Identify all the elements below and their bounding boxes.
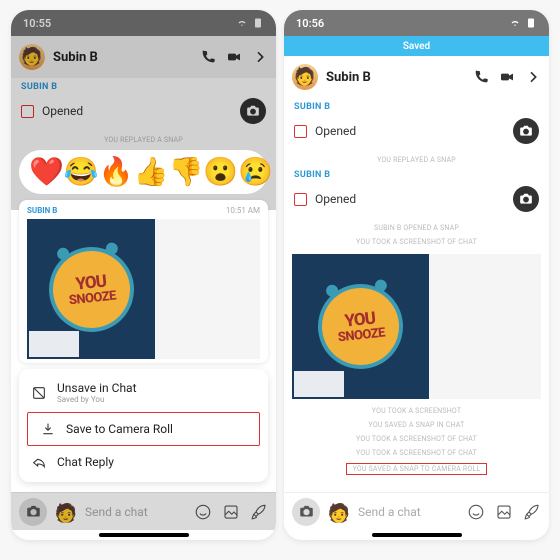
camera-reply-button[interactable] xyxy=(513,186,539,212)
menu-unsave-label: Unsave in Chat xyxy=(57,381,137,395)
chevron-right-icon[interactable] xyxy=(525,69,541,85)
sender-label: SUBIN B xyxy=(294,102,541,112)
opened-square-icon xyxy=(294,193,307,206)
system-msg: SUBIN B OPENED A SNAP xyxy=(292,224,541,232)
download-icon xyxy=(40,421,56,437)
system-msg: YOU TOOK A SCREENSHOT xyxy=(292,407,541,415)
status-bar: 10:55 xyxy=(11,10,276,36)
snap-card[interactable]: SUBIN B 10:51 AM YOUSNOOZE xyxy=(19,200,268,363)
system-msg: YOU REPLAYED A SNAP xyxy=(292,156,541,164)
wifi-icon xyxy=(236,17,248,29)
reaction-fire[interactable]: 🔥 xyxy=(99,158,134,186)
emoji-icon[interactable] xyxy=(194,503,212,521)
reaction-laugh[interactable]: 😂 xyxy=(64,158,99,186)
phone-right: 10:56 Saved 🧑 Subin B SUBIN B Opened YOU… xyxy=(284,10,549,540)
sender-label: SUBIN B xyxy=(294,170,541,180)
opened-square-icon xyxy=(21,105,34,118)
call-icon[interactable] xyxy=(473,69,489,85)
status-time: 10:55 xyxy=(23,17,51,30)
gallery-icon[interactable] xyxy=(222,503,240,521)
contact-name[interactable]: Subin B xyxy=(326,70,465,85)
nav-bar xyxy=(11,530,276,540)
reaction-thumbsup[interactable]: 👍 xyxy=(134,158,169,186)
contact-name[interactable]: Subin B xyxy=(53,50,192,65)
msg-opened: Opened xyxy=(292,112,541,150)
camera-button[interactable] xyxy=(292,498,320,526)
system-msg: YOU TOOK A SCREENSHOT OF CHAT xyxy=(292,449,541,457)
snap-time: 10:51 AM xyxy=(226,206,260,215)
emoji-icon[interactable] xyxy=(467,503,485,521)
menu-save-camera-roll[interactable]: Save to Camera Roll xyxy=(27,412,260,446)
rocket-icon[interactable] xyxy=(523,503,541,521)
chat-header: 🧑 Subin B xyxy=(284,56,549,98)
menu-save-label: Save to Camera Roll xyxy=(66,422,173,436)
video-icon[interactable] xyxy=(226,49,242,65)
opened-text: Opened xyxy=(315,192,356,206)
system-msg: YOU REPLAYED A SNAP xyxy=(19,136,268,144)
chat-input-bar: 🧑 Send a chat xyxy=(11,492,276,530)
system-msg: YOU TOOK A SCREENSHOT OF CHAT xyxy=(292,435,541,443)
snap-image: YOUSNOOZE xyxy=(292,254,429,399)
avatar[interactable]: 🧑 xyxy=(292,64,318,90)
snap-image: YOUSNOOZE xyxy=(27,219,155,359)
reaction-thumbsdown[interactable]: 👎 xyxy=(169,158,204,186)
opened-square-icon xyxy=(294,125,307,138)
chat-input[interactable]: Send a chat xyxy=(358,505,459,519)
chat-body: SUBIN B Opened YOU REPLAYED A SNAP ❤️ 😂 … xyxy=(11,78,276,492)
battery-icon xyxy=(252,17,264,29)
opened-text: Opened xyxy=(42,104,83,118)
reaction-sad[interactable]: 😢 xyxy=(238,158,273,186)
camera-reply-button[interactable] xyxy=(513,118,539,144)
system-msg: YOU SAVED A SNAP IN CHAT xyxy=(292,421,541,429)
snap-sender: SUBIN B xyxy=(27,206,57,215)
menu-unsave-sub: Saved by You xyxy=(57,395,137,404)
chat-body: SUBIN B Opened YOU REPLAYED A SNAP SUBIN… xyxy=(284,98,549,492)
bitmoji-button[interactable]: 🧑 xyxy=(328,501,350,523)
msg-opened: Opened xyxy=(19,92,268,130)
menu-unsave[interactable]: Unsave in Chat Saved by You xyxy=(19,373,268,412)
chevron-right-icon[interactable] xyxy=(252,49,268,65)
reply-icon xyxy=(31,454,47,470)
sender-label: SUBIN B xyxy=(21,82,268,92)
chat-header: 🧑 Subin B xyxy=(11,36,276,78)
reaction-wow[interactable]: 😮 xyxy=(203,158,238,186)
saved-banner: Saved xyxy=(284,36,549,56)
battery-icon xyxy=(525,17,537,29)
system-msg-highlight: YOU SAVED A SNAP TO CAMERA ROLL xyxy=(292,463,541,475)
reaction-bar: ❤️ 😂 🔥 👍 👎 😮 😢 xyxy=(19,150,268,194)
call-icon[interactable] xyxy=(200,49,216,65)
chat-input[interactable]: Send a chat xyxy=(85,505,186,519)
opened-text: Opened xyxy=(315,124,356,138)
context-menu: Unsave in Chat Saved by You Save to Came… xyxy=(19,369,268,482)
avatar[interactable]: 🧑 xyxy=(19,44,45,70)
status-time: 10:56 xyxy=(296,17,324,30)
rocket-icon[interactable] xyxy=(250,503,268,521)
menu-chat-reply[interactable]: Chat Reply xyxy=(19,446,268,478)
status-bar: 10:56 xyxy=(284,10,549,36)
phone-left: 10:55 🧑 Subin B SUBIN B Opened YOU REPLA… xyxy=(11,10,276,540)
menu-reply-label: Chat Reply xyxy=(57,455,114,469)
nav-bar xyxy=(284,530,549,540)
camera-reply-button[interactable] xyxy=(240,98,266,124)
chat-input-bar: 🧑 Send a chat xyxy=(284,492,549,530)
gallery-icon[interactable] xyxy=(495,503,513,521)
unsave-icon xyxy=(31,385,47,401)
reaction-heart[interactable]: ❤️ xyxy=(29,158,64,186)
wifi-icon xyxy=(509,17,521,29)
system-msg: YOU TOOK A SCREENSHOT OF CHAT xyxy=(292,238,541,246)
video-icon[interactable] xyxy=(499,69,515,85)
msg-opened-2: Opened xyxy=(292,180,541,218)
snap-card[interactable]: YOUSNOOZE xyxy=(292,252,541,401)
camera-button[interactable] xyxy=(19,498,47,526)
bitmoji-button[interactable]: 🧑 xyxy=(55,501,77,523)
